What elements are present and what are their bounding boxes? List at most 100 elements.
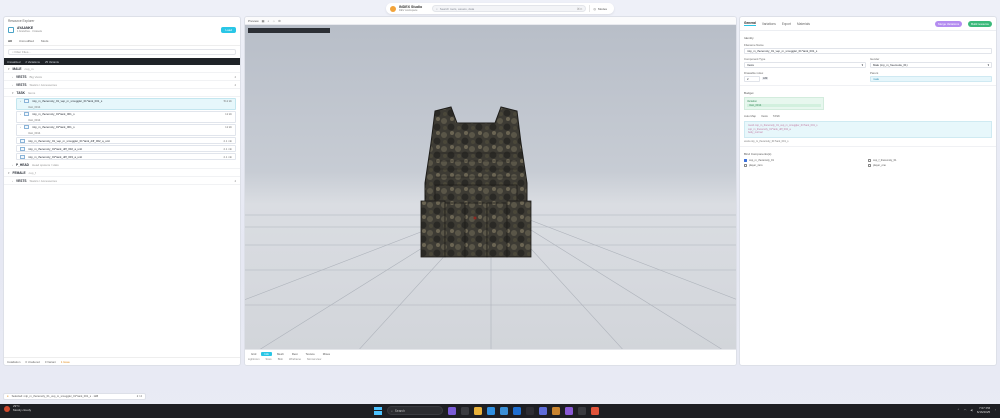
tree-node-p-head[interactable]: › P_HEAD Head spawns / Hats	[4, 161, 240, 169]
project-meta: 1 branches · 3 Assets	[17, 30, 42, 33]
tray-chevron-icon[interactable]: ⌃	[957, 408, 960, 412]
grid-icon[interactable]: ▦	[262, 19, 265, 23]
discord-icon[interactable]	[539, 406, 547, 415]
tab-mods[interactable]: Mods	[41, 39, 48, 43]
modes-button[interactable]: ◎ Modes	[589, 5, 610, 12]
flag-label: player_zero	[749, 163, 763, 167]
node-label: VESTS	[16, 82, 27, 87]
modes-icon: ◎	[593, 6, 596, 11]
clock[interactable]: 7:07 PM 6/16/2025	[977, 406, 990, 414]
tab-materials[interactable]: Materials	[797, 22, 810, 26]
node-sub: Statics / Accessories	[29, 178, 57, 183]
store-icon[interactable]	[500, 406, 508, 415]
task-view-icon[interactable]	[461, 406, 469, 415]
global-search-input[interactable]: ⌕ Search tools, assets, data ⌘ K	[432, 5, 587, 12]
chevron-right-icon: ›	[20, 125, 21, 129]
list-item[interactable]: › mtp_m_theremoly_01*tank_001_s 12 kb Ve…	[16, 111, 236, 123]
tab-all[interactable]: All	[8, 39, 12, 43]
tree-node-task[interactable]: ▾ TASK Items	[4, 89, 240, 97]
flag-checkbox[interactable]: player_zero	[744, 163, 868, 167]
subtab[interactable]: Wireframe	[289, 358, 301, 361]
merge-variations-button[interactable]: Merge Variations	[935, 20, 963, 27]
3d-viewport[interactable]	[245, 25, 736, 351]
light-icon[interactable]: ☼	[272, 19, 275, 23]
subtab[interactable]: Blob	[278, 358, 283, 361]
tab-info[interactable]: Info	[261, 352, 272, 356]
taskbar-search[interactable]: ⌕ Search	[387, 406, 443, 415]
variation-heading: Variation	[747, 100, 758, 103]
variation-card: Variation Vest_0014	[744, 97, 824, 110]
item-size: 512 kb	[223, 99, 232, 103]
load-button[interactable]: Load	[221, 26, 236, 33]
copilot-icon[interactable]	[448, 406, 456, 415]
item-name: mtp_m_theremoly_01*tank_diff_002_a_unit	[28, 146, 83, 151]
item-name: mtp_m_theremoly_01_vep_m_smuggler_01*tan…	[32, 99, 103, 103]
flag-checkbox[interactable]: player_one	[868, 163, 992, 167]
tree-node-vests[interactable]: › VESTS Big Vests 4	[4, 73, 240, 81]
issue-count[interactable]: 1 Issue	[61, 360, 70, 364]
filter-files-input[interactable]: ⌕ Filter Files...	[8, 49, 236, 55]
tab-rest[interactable]: Rest	[289, 352, 301, 356]
tab-texture[interactable]: Texture	[303, 352, 318, 356]
terminal-icon[interactable]	[526, 406, 534, 415]
chevron-down-icon: ▾	[8, 170, 10, 175]
field-label: Filename Name	[744, 43, 764, 47]
tab-mesh[interactable]: Mesh	[274, 352, 287, 356]
build-resource-button[interactable]: Build resource	[968, 20, 992, 27]
vscode-icon[interactable]	[513, 406, 521, 415]
search-placeholder: Search tools, assets, data	[439, 6, 475, 11]
tab-unmodified[interactable]: Unmodified	[19, 39, 34, 43]
system-tray: ⌃ ◠ ◂) 7:07 PM 6/16/2025 ◔	[957, 406, 996, 414]
field-label: Parent	[870, 71, 879, 75]
preview-tabs: Grid Info Mesh Rest Texture Mixes	[245, 350, 736, 358]
sphere-icon[interactable]: ◐	[268, 19, 270, 23]
list-item[interactable]: mtp_m_theremoly_01*tank_diff_003_a_unit …	[16, 153, 236, 160]
tab-grid[interactable]: Grid	[248, 352, 259, 356]
subtab[interactable]: Normal view	[307, 358, 321, 361]
flag-checkbox[interactable]: cop_f_theremoly_01	[868, 158, 992, 162]
preview-title: Preview	[248, 18, 259, 23]
flag-label: player_one	[873, 163, 886, 167]
brave-icon[interactable]	[591, 406, 599, 415]
drawable-index-field[interactable]: 2	[744, 76, 760, 82]
tab-variations[interactable]: Variations	[762, 22, 776, 26]
settings-icon[interactable]: ⚙	[278, 19, 281, 23]
mini-tab[interactable]: TASK	[773, 114, 780, 118]
modes-label: Modes	[597, 6, 607, 11]
weather-widget[interactable]: 29°C Mostly cloudy	[4, 404, 31, 412]
status-toast: ● Selected: mtp_m_theremoly_01_vep_m_smu…	[3, 393, 146, 400]
tab-export[interactable]: Export	[782, 22, 791, 26]
edge-icon[interactable]	[487, 406, 495, 415]
notification-icon[interactable]: ◔	[994, 408, 996, 412]
windows-start-icon[interactable]	[374, 406, 382, 415]
item-tag: Vest_0014	[28, 132, 41, 135]
parent-field[interactable]: male	[870, 76, 992, 82]
tree-node-vests[interactable]: › VESTS Statics / Accessories 4	[4, 177, 240, 185]
field-label: Component Type	[744, 57, 766, 61]
list-item[interactable]: mtp_m_theremoly_01_vep_m_smuggler_01*tan…	[16, 137, 236, 144]
app-icon[interactable]	[552, 406, 560, 415]
mini-tab[interactable]: Vests	[761, 114, 768, 118]
tab-mixes[interactable]: Mixes	[320, 352, 333, 356]
identity-section: Identity Filename Name mtp_m_theremoly_0…	[740, 31, 996, 85]
subtab[interactable]: Lightroom	[248, 358, 260, 361]
tree-node-vests[interactable]: › VESTS Statics / Accessories 4	[4, 81, 240, 89]
footer-stat: 0 Unaltered	[25, 359, 40, 364]
tree-node-male[interactable]: ▾ MALE cop_m	[4, 65, 240, 73]
code-meta: vests cop_m_theremoly_01*tank_001_s	[744, 139, 789, 143]
flag-checkbox[interactable]: cop_m_theremoly_01	[744, 158, 868, 162]
index-studio-icon[interactable]	[565, 406, 573, 415]
tab-general[interactable]: General	[744, 21, 756, 26]
mini-tab[interactable]: Auto Map	[744, 114, 756, 118]
volume-icon[interactable]: ◂)	[970, 408, 973, 412]
preview-header: Preview ▦ ◐ ☼ ⚙	[245, 17, 736, 25]
tree-node-female[interactable]: ▾ FEMALE cop_f	[4, 169, 240, 177]
list-item[interactable]: mtp_m_theremoly_01*tank_diff_002_a_unit …	[16, 145, 236, 152]
wifi-icon[interactable]: ◠	[964, 408, 967, 412]
item-name: mtp_m_theremoly_01*tank_diff_003_a_unit	[28, 154, 83, 159]
list-item[interactable]: › mtp_m_theremoly_01_vep_m_smuggler_01*t…	[16, 98, 236, 110]
file-explorer-icon[interactable]	[474, 406, 482, 415]
app-icon[interactable]	[578, 406, 586, 415]
list-item[interactable]: › mtp_m_theremoly_01*tank_001_s 12 kb Ve…	[16, 124, 236, 136]
subtab[interactable]: Store	[266, 358, 272, 361]
